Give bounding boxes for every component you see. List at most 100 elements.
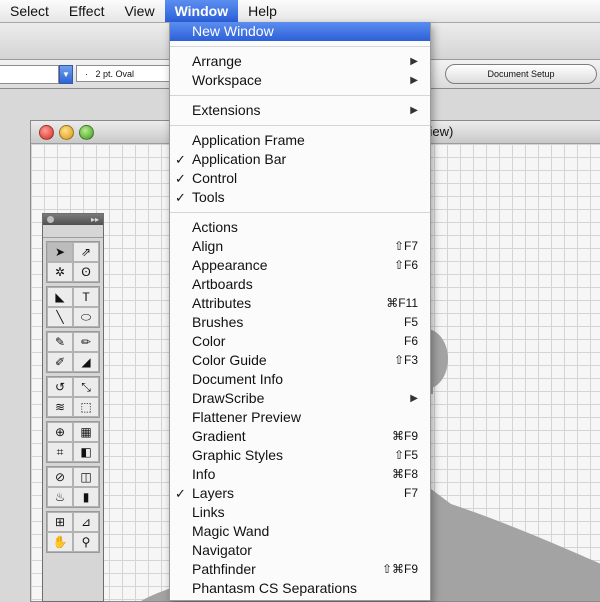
menu-help[interactable]: Help: [238, 0, 287, 22]
menu-item-new-window[interactable]: New Window: [170, 22, 430, 41]
tools-panel: ▸▸ ➤ ⇗ ✲ ʘ ◣ T ╲ ⬭ ✎ ✏ ✐ ◢ ↺ ⤡ ≋ ⬚ ⊕ ▦ ⌗ ◧ ⊘ ◫ ♨ ▮ ⊞ ⊿ ✋ ⚲: [42, 213, 104, 602]
menu-item-application-frame[interactable]: Application Frame: [170, 131, 430, 150]
minimize-window-icon[interactable]: [59, 125, 74, 140]
menu-item-shortcut: ⌘F8: [391, 467, 418, 481]
rotate-tool-icon[interactable]: ↺: [47, 377, 73, 397]
menu-item-application-bar[interactable]: ✓ Application Bar: [170, 150, 430, 169]
fill-select[interactable]: [0, 65, 59, 84]
zoom-window-icon[interactable]: [79, 125, 94, 140]
menu-item-appearance[interactable]: Appearance ⇧F6: [170, 256, 430, 275]
eraser-tool-icon[interactable]: ◢: [73, 352, 99, 372]
free-transform-tool-icon[interactable]: ⬚: [73, 397, 99, 417]
menu-item-artboards[interactable]: Artboards: [170, 275, 430, 294]
menu-item-navigator[interactable]: Navigator: [170, 541, 430, 560]
menu-item-links[interactable]: Links: [170, 503, 430, 522]
tool-group: ↺ ⤡ ≋ ⬚: [46, 376, 100, 418]
menu-item-label: Application Bar: [192, 151, 287, 167]
menu-item-actions[interactable]: Actions: [170, 218, 430, 237]
menu-window[interactable]: Window: [164, 0, 239, 22]
panels-list: Actions Align ⇧F7 Appearance ⇧F6 Artboards Att…: [170, 218, 430, 598]
paintbrush-tool-icon[interactable]: ✎: [47, 332, 73, 352]
pen-tool-icon[interactable]: ◣: [47, 287, 73, 307]
dropdown-arrow-icon[interactable]: ▼: [59, 65, 73, 84]
menu-item-magic-wand[interactable]: Magic Wand: [170, 522, 430, 541]
menu-item-shortcut: ⇧F5: [393, 448, 418, 462]
menu-item-extensions[interactable]: Extensions ▶: [170, 101, 430, 120]
menu-item-workspace[interactable]: Workspace ▶: [170, 71, 430, 90]
column-graph-tool-icon[interactable]: ▮: [73, 487, 99, 507]
blend-tool-icon[interactable]: ◫: [73, 467, 99, 487]
menu-separator: [170, 212, 430, 213]
menu-item-document-info[interactable]: Document Info: [170, 370, 430, 389]
zoom-tool-icon[interactable]: ⚲: [73, 532, 99, 552]
hand-tool-icon[interactable]: ✋: [47, 532, 73, 552]
eyedropper-tool-icon[interactable]: ⊘: [47, 467, 73, 487]
magic-wand-tool-icon[interactable]: ✲: [47, 262, 73, 282]
line-tool-icon[interactable]: ╲: [47, 307, 73, 327]
perspective-grid-tool-icon[interactable]: ▦: [73, 422, 99, 442]
menu-item-brushes[interactable]: Brushes F5: [170, 313, 430, 332]
menu-item-gradient[interactable]: Gradient ⌘F9: [170, 427, 430, 446]
menu-item-label: Application Frame: [192, 132, 305, 148]
pencil-tool-icon[interactable]: ✏: [73, 332, 99, 352]
menu-item-flattener-preview[interactable]: Flattener Preview: [170, 408, 430, 427]
menu-item-shortcut: F6: [403, 334, 418, 348]
menu-item-label: Layers: [192, 485, 235, 501]
direct-selection-tool-icon[interactable]: ⇗: [73, 242, 99, 262]
symbol-sprayer-tool-icon[interactable]: ♨: [47, 487, 73, 507]
menu-item-color-guide[interactable]: Color Guide ⇧F3: [170, 351, 430, 370]
close-window-icon[interactable]: [39, 125, 54, 140]
menu-item-label: Navigator: [192, 542, 252, 558]
slice-tool-icon[interactable]: ⊿: [73, 512, 99, 532]
type-tool-icon[interactable]: T: [73, 287, 99, 307]
menu-item-label: Align: [192, 238, 224, 254]
mesh-tool-icon[interactable]: ⌗: [47, 442, 73, 462]
menu-item-phantasm-cs-separations[interactable]: Phantasm CS Separations: [170, 579, 430, 598]
gradient-tool-icon[interactable]: ◧: [73, 442, 99, 462]
warp-tool-icon[interactable]: ≋: [47, 397, 73, 417]
menu-item-drawscribe[interactable]: DrawScribe ▶: [170, 389, 430, 408]
document-setup-button[interactable]: Document Setup: [445, 64, 597, 84]
menu-item-align[interactable]: Align ⇧F7: [170, 237, 430, 256]
menu-effect[interactable]: Effect: [59, 0, 115, 22]
tools-panel-header[interactable]: ▸▸: [43, 214, 103, 225]
menu-item-graphic-styles[interactable]: Graphic Styles ⇧F5: [170, 446, 430, 465]
tool-group: ✎ ✏ ✐ ◢: [46, 331, 100, 373]
menu-item-arrange[interactable]: Arrange ▶: [170, 52, 430, 71]
submenu-arrow-icon: ▶: [410, 75, 418, 86]
ellipse-tool-icon[interactable]: ⬭: [73, 307, 99, 327]
menu-item-shortcut: ⇧⌘F9: [381, 562, 418, 576]
selection-tool-icon[interactable]: ➤: [47, 242, 73, 262]
menu-item-label: Arrange: [192, 53, 242, 69]
menu-item-pathfinder[interactable]: Pathfinder ⇧⌘F9: [170, 560, 430, 579]
tools-panel-grip[interactable]: [43, 225, 103, 238]
artboard-tool-icon[interactable]: ⊞: [47, 512, 73, 532]
submenu-arrow-icon: ▶: [410, 105, 418, 116]
panel-collapse-icon[interactable]: ▸▸: [91, 214, 99, 225]
menu-item-label: Phantasm CS Separations: [192, 580, 357, 596]
menu-item-label: New Window: [192, 23, 274, 39]
menu-item-info[interactable]: Info ⌘F8: [170, 465, 430, 484]
shape-builder-tool-icon[interactable]: ⊕: [47, 422, 73, 442]
submenu-arrow-icon: ▶: [410, 393, 418, 404]
panel-close-icon[interactable]: [47, 216, 54, 223]
menu-item-color[interactable]: Color F6: [170, 332, 430, 351]
submenu-arrow-icon: ▶: [410, 56, 418, 67]
scale-tool-icon[interactable]: ⤡: [73, 377, 99, 397]
menu-item-shortcut: ⇧F7: [393, 239, 418, 253]
menu-item-label: Magic Wand: [192, 523, 270, 539]
menu-item-label: Pathfinder: [192, 561, 256, 577]
menu-item-attributes[interactable]: Attributes ⌘F11: [170, 294, 430, 313]
menu-item-tools[interactable]: ✓ Tools: [170, 188, 430, 207]
blob-brush-tool-icon[interactable]: ✐: [47, 352, 73, 372]
brush-definition-select[interactable]: · 2 pt. Oval: [76, 65, 170, 82]
menu-view[interactable]: View: [114, 0, 164, 22]
menu-separator: [170, 125, 430, 126]
menu-select[interactable]: Select: [0, 0, 59, 22]
menu-item-layers[interactable]: ✓ Layers F7: [170, 484, 430, 503]
tool-group: ⊘ ◫ ♨ ▮: [46, 466, 100, 508]
menu-item-label: Appearance: [192, 257, 268, 273]
menu-item-control[interactable]: ✓ Control: [170, 169, 430, 188]
menu-item-label: Actions: [192, 219, 238, 235]
lasso-tool-icon[interactable]: ʘ: [73, 262, 99, 282]
